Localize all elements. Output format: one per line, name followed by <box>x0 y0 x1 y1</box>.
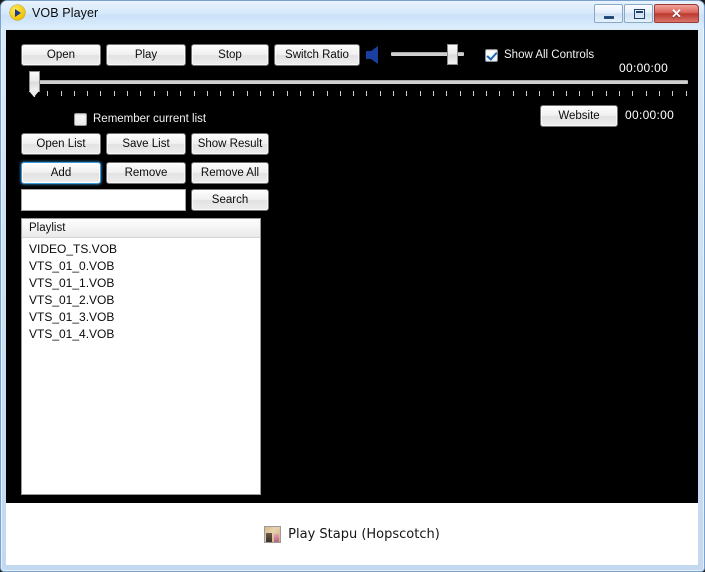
remember-current-list-checkbox[interactable] <box>74 112 87 126</box>
search-button[interactable]: Search <box>191 189 269 211</box>
maximize-button[interactable] <box>624 4 653 23</box>
stop-button[interactable]: Stop <box>191 44 269 66</box>
open-list-button[interactable]: Open List <box>21 133 101 155</box>
status-bar-content[interactable]: Play Stapu (Hopscotch) <box>264 525 440 543</box>
remember-current-list-label: Remember current list <box>93 113 207 125</box>
speaker-icon[interactable] <box>363 44 387 66</box>
list-item[interactable]: VTS_01_2.VOB <box>22 292 260 309</box>
seek-tick-marks <box>34 91 687 97</box>
close-button[interactable]: ✕ <box>654 4 699 23</box>
playlist-header[interactable]: Playlist <box>22 219 260 238</box>
list-item[interactable]: VIDEO_TS.VOB <box>22 241 260 258</box>
seek-slider-thumb[interactable] <box>29 71 40 97</box>
title-bar-left: VOB Player <box>10 5 98 20</box>
show-result-button[interactable]: Show Result <box>191 133 269 155</box>
maximize-icon <box>634 9 645 19</box>
show-all-controls-label: Show All Controls <box>504 49 595 61</box>
status-bar: Play Stapu (Hopscotch) <box>6 503 698 565</box>
open-button[interactable]: Open <box>21 44 101 66</box>
minimize-button[interactable] <box>594 4 623 23</box>
playlist-header-label: Playlist <box>29 222 66 234</box>
play-circle-icon <box>10 5 25 20</box>
website-button[interactable]: Website <box>540 105 618 127</box>
list-item[interactable]: VTS_01_4.VOB <box>22 326 260 343</box>
playlist-listview[interactable]: Playlist VIDEO_TS.VOB VTS_01_0.VOB VTS_0… <box>21 218 261 495</box>
status-bar-text: Play Stapu (Hopscotch) <box>288 526 440 542</box>
search-input[interactable] <box>21 189 186 211</box>
remove-all-button[interactable]: Remove All <box>191 162 269 184</box>
app-window: VOB Player ✕ Open Play Stop Switch Ratio <box>0 0 705 572</box>
play-button[interactable]: Play <box>106 44 186 66</box>
minimize-icon <box>604 16 614 19</box>
switch-ratio-button[interactable]: Switch Ratio <box>274 44 360 66</box>
show-all-controls-checkbox[interactable] <box>485 48 498 62</box>
window-title: VOB Player <box>32 5 99 20</box>
remove-button[interactable]: Remove <box>106 162 186 184</box>
title-bar[interactable]: VOB Player ✕ <box>1 1 704 28</box>
show-all-controls-row[interactable]: Show All Controls <box>485 44 594 66</box>
remember-current-list-row[interactable]: Remember current list <box>74 110 206 128</box>
list-item[interactable]: VTS_01_3.VOB <box>22 309 260 326</box>
playlist-items: VIDEO_TS.VOB VTS_01_0.VOB VTS_01_1.VOB V… <box>22 238 260 343</box>
options-timecode: 00:00:00 <box>625 108 675 122</box>
game-thumbnail-icon <box>264 525 282 543</box>
seek-slider-track[interactable] <box>33 80 688 84</box>
close-icon: ✕ <box>671 5 682 21</box>
add-button[interactable]: Add <box>21 162 101 184</box>
window-controls: ✕ <box>594 4 699 23</box>
list-item[interactable]: VTS_01_1.VOB <box>22 275 260 292</box>
list-item[interactable]: VTS_01_0.VOB <box>22 258 260 275</box>
player-client-area: Open Play Stop Switch Ratio Show All Con… <box>6 30 698 503</box>
toolbar-timecode: 00:00:00 <box>619 61 669 75</box>
save-list-button[interactable]: Save List <box>106 133 186 155</box>
volume-slider-thumb[interactable] <box>447 44 458 65</box>
